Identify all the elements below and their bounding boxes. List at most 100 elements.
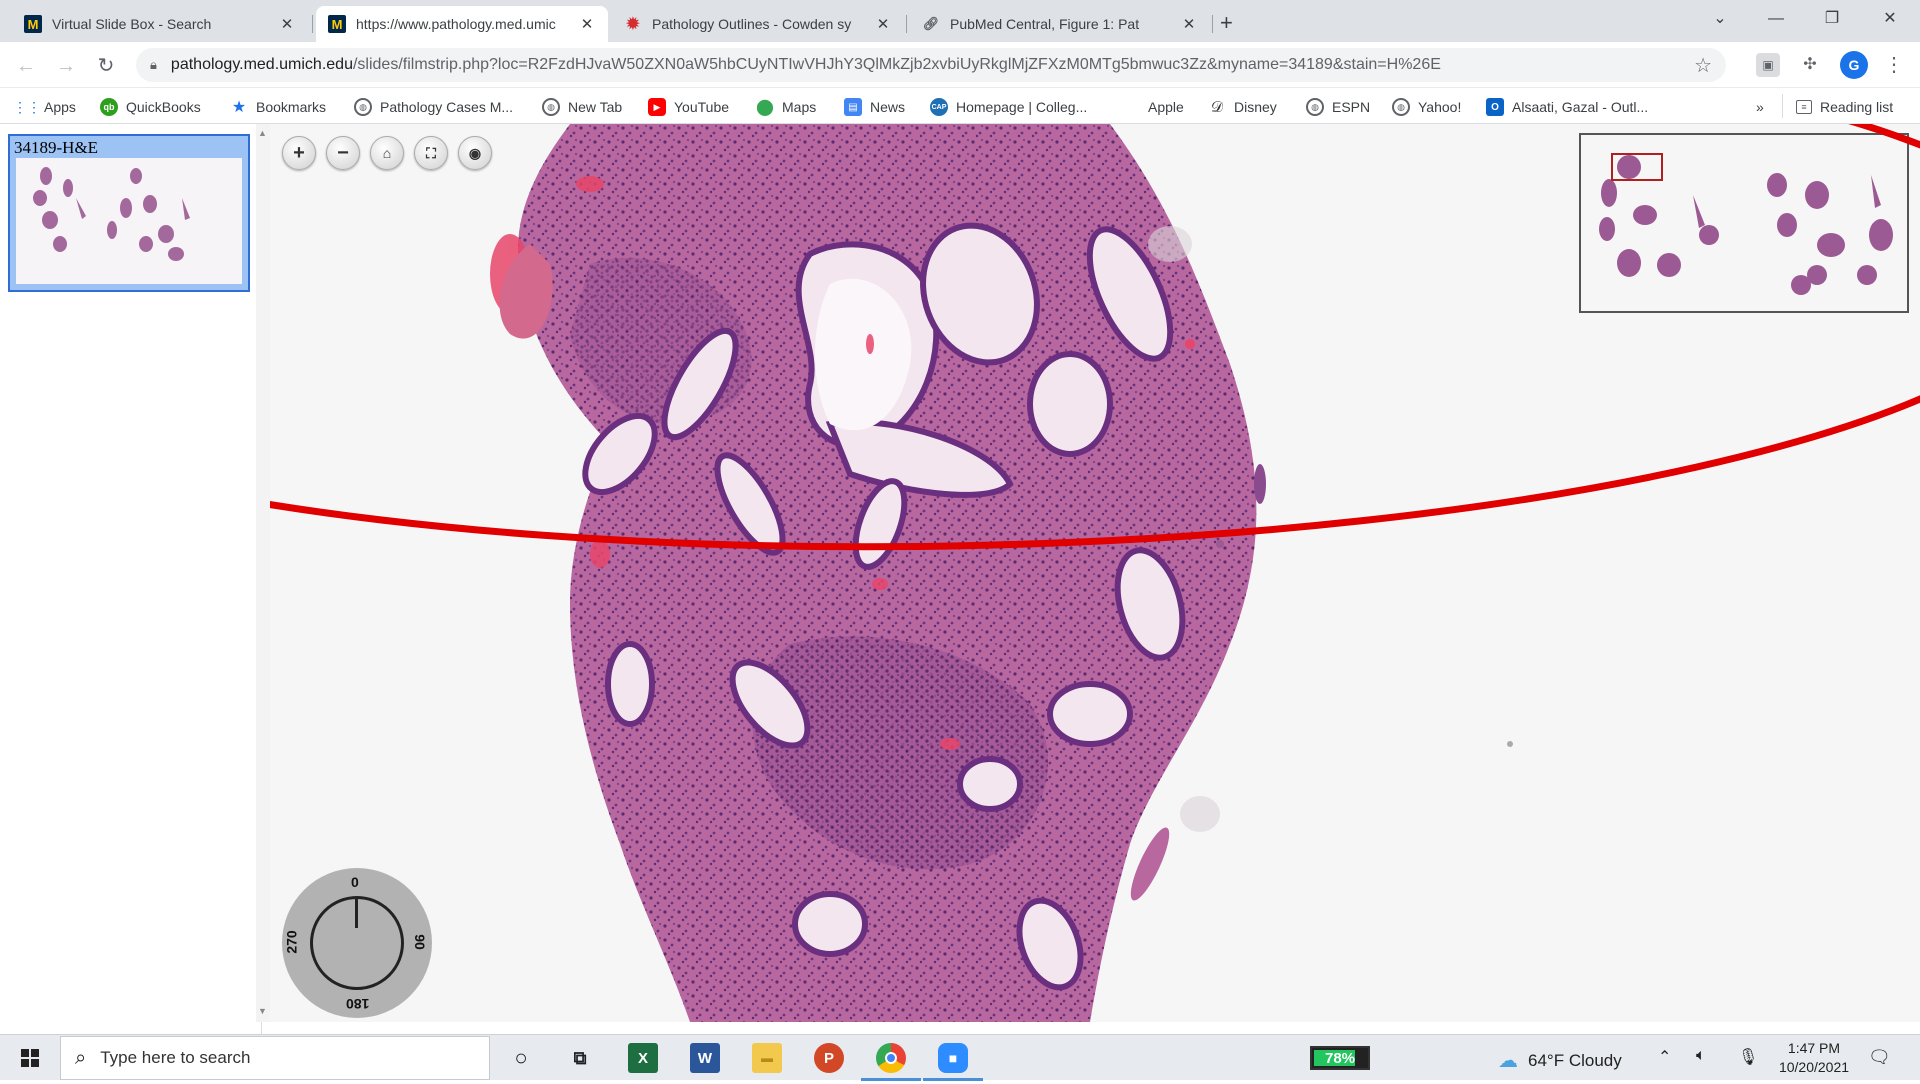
maps-pin-icon: ⬤ (756, 99, 774, 116)
bookmark-label: Disney (1234, 99, 1277, 115)
bookmark-label: Yahoo! (1418, 99, 1462, 115)
window-close-icon[interactable]: ✕ (1872, 4, 1908, 34)
browser-tab-strip: M Virtual Slide Box - Search ✕ M https:/… (0, 0, 1920, 42)
close-icon[interactable]: ✕ (578, 15, 596, 33)
volume-icon[interactable]: 🔈︎ (1696, 1047, 1706, 1065)
extension-icon[interactable]: ▣ (1756, 53, 1780, 77)
rotation-dial[interactable]: 0 90 180 270 (282, 868, 432, 1018)
battery-percent: 78% (1324, 1050, 1356, 1067)
cap-icon: CAP (930, 98, 948, 116)
rotation-label-bottom: 180 (346, 996, 370, 1012)
bookmark-label: Homepage | Colleg... (956, 99, 1088, 115)
bookmark-label: Pathology Cases M... (380, 99, 514, 115)
new-tab-button[interactable]: + (1220, 10, 1233, 36)
excel-icon[interactable]: X (628, 1043, 658, 1073)
slide-viewer[interactable]: + − ⌂ ⛶ ◉ 0 90 180 270 (270, 124, 1920, 1022)
close-icon[interactable]: ✕ (1180, 15, 1198, 33)
search-placeholder: Type here to search (100, 1048, 251, 1067)
browser-toolbar: ← → ↻ 🔒︎ pathology.med.umich.edu/slides/… (0, 42, 1920, 88)
zoom-out-button[interactable]: − (326, 136, 360, 170)
news-icon: ▤ (844, 98, 862, 116)
home-icon[interactable]: ⌂ (370, 136, 404, 170)
microphone-icon[interactable]: 🎙︎ (1738, 1047, 1758, 1067)
bookmark-maps[interactable]: ⬤ Maps (756, 96, 816, 118)
bookmark-quickbooks[interactable]: qb QuickBooks (100, 96, 201, 118)
bookmark-disney[interactable]: 𝒟 Disney (1208, 96, 1277, 118)
tab-title: PubMed Central, Figure 1: Pat (950, 16, 1140, 32)
bookmark-outlook[interactable]: O Alsaati, Gazal - Outl... (1486, 96, 1648, 118)
scroll-down-arrow-icon[interactable]: ▼ (258, 1006, 267, 1016)
apps-grid-icon: ⋮⋮ (13, 98, 41, 115)
slide-thumbnail-image[interactable] (16, 158, 242, 284)
bookmark-pathology-cases[interactable]: ◍ Pathology Cases M... (354, 96, 513, 118)
menu-kebab-icon[interactable]: ⋮ (1882, 53, 1906, 77)
tab-pathology-filmstrip[interactable]: M https://www.pathology.med.umic ✕ (316, 6, 608, 42)
bookmark-apple[interactable]: Apple (1122, 96, 1184, 118)
bookmarks-bar: ⋮⋮ Apps qb QuickBooks ★ Bookmarks ◍ Patholog… (0, 88, 1920, 124)
notifications-icon[interactable]: 🗨︎ (1868, 1047, 1891, 1068)
tab-pathology-outlines[interactable]: ✹ Pathology Outlines - Cowden sy ✕ (612, 6, 904, 42)
search-icon: ⌕ (75, 1046, 87, 1069)
bookmark-news[interactable]: ▤ News (844, 96, 905, 118)
powerpoint-icon[interactable]: P (814, 1043, 844, 1073)
quickbooks-icon: qb (100, 98, 118, 116)
globe-icon: ◍ (1392, 98, 1410, 116)
slide-overview-navigator[interactable] (1579, 133, 1909, 313)
chrome-icon[interactable] (876, 1043, 906, 1073)
tab-pubmed-central[interactable]: 🔗︎ PubMed Central, Figure 1: Pat ✕ (910, 6, 1210, 42)
lock-icon[interactable]: 🔒︎ (150, 57, 157, 73)
reload-icon[interactable]: ↻ (92, 52, 120, 80)
task-view-icon[interactable]: ⧉ (565, 1043, 595, 1073)
system-clock[interactable]: 1:47 PM 10/20/2021 (1772, 1039, 1856, 1077)
close-icon[interactable]: ✕ (278, 15, 296, 33)
bookmark-youtube[interactable]: ▶ YouTube (648, 96, 729, 118)
tab-title: Virtual Slide Box - Search (52, 16, 212, 32)
pubmed-link-icon: 🔗︎ (922, 16, 940, 31)
zoom-icon[interactable]: ■ (938, 1043, 968, 1073)
bookmark-cap-homepage[interactable]: CAP Homepage | Colleg... (930, 96, 1087, 118)
bookmark-star-icon[interactable]: ☆ (1694, 53, 1712, 78)
reading-list-button[interactable]: ≡ Reading list (1796, 96, 1893, 118)
bookmark-label: QuickBooks (126, 99, 201, 115)
bookmark-bookmarks[interactable]: ★ Bookmarks (230, 96, 326, 118)
zoom-in-button[interactable]: + (282, 136, 316, 170)
windows-start-button[interactable] (0, 1035, 60, 1081)
bookmarks-overflow-chevron-icon[interactable]: » (1756, 96, 1764, 118)
tab-virtual-slide-box[interactable]: M Virtual Slide Box - Search ✕ (12, 6, 308, 42)
bookmark-label: Alsaati, Gazal - Outl... (1512, 99, 1649, 115)
globe-icon: ◍ (354, 98, 372, 116)
taskbar-search-box[interactable]: ⌕ Type here to search (60, 1036, 490, 1080)
michigan-m-icon: M (24, 15, 42, 33)
cortana-icon[interactable]: ○ (506, 1043, 536, 1073)
bookmark-espn[interactable]: ◍ ESPN (1306, 96, 1370, 118)
fullscreen-icon[interactable]: ⛶ (414, 136, 448, 170)
weather-widget[interactable]: ☁ 64°F Cloudy (1498, 1048, 1622, 1073)
bookmark-apps[interactable]: ⋮⋮ Apps (13, 96, 76, 118)
viewer-scrollbar[interactable]: ▲ ▼ (256, 124, 270, 1022)
close-icon[interactable]: ✕ (874, 15, 892, 33)
word-icon[interactable]: W (690, 1043, 720, 1073)
tab-separator (312, 15, 313, 33)
bookmark-new-tab[interactable]: ◍ New Tab (542, 96, 622, 118)
weather-text: 64°F Cloudy (1528, 1050, 1622, 1070)
tab-separator (906, 15, 907, 33)
camera-icon[interactable]: ◉ (458, 136, 492, 170)
bookmark-yahoo[interactable]: ◍ Yahoo! (1392, 96, 1461, 118)
file-explorer-icon[interactable]: ▬ (752, 1043, 782, 1073)
profile-avatar[interactable]: G (1840, 51, 1868, 79)
address-bar[interactable]: 🔒︎ pathology.med.umich.edu/slides/filmst… (136, 48, 1726, 82)
minimize-icon[interactable]: — (1758, 4, 1794, 34)
back-arrow-icon[interactable]: ← (12, 52, 40, 80)
rotation-needle[interactable] (355, 898, 358, 928)
slide-filmstrip: 34189-H&E (0, 124, 262, 1034)
forward-arrow-icon[interactable]: → (52, 52, 80, 80)
tab-title: Pathology Outlines - Cowden sy (652, 16, 852, 32)
scroll-up-arrow-icon[interactable]: ▲ (258, 128, 267, 138)
tab-search-chevron-icon[interactable]: ⌄ (1702, 4, 1738, 34)
extensions-puzzle-icon[interactable]: ✣ (1798, 53, 1822, 77)
tray-chevron-up-icon[interactable]: ⌃ (1658, 1047, 1671, 1067)
viewport-indicator[interactable] (1611, 153, 1663, 181)
restore-icon[interactable]: ❐ (1814, 4, 1850, 34)
slide-thumbnail-selected[interactable]: 34189-H&E (8, 134, 250, 292)
battery-indicator[interactable]: 78% (1310, 1046, 1370, 1070)
